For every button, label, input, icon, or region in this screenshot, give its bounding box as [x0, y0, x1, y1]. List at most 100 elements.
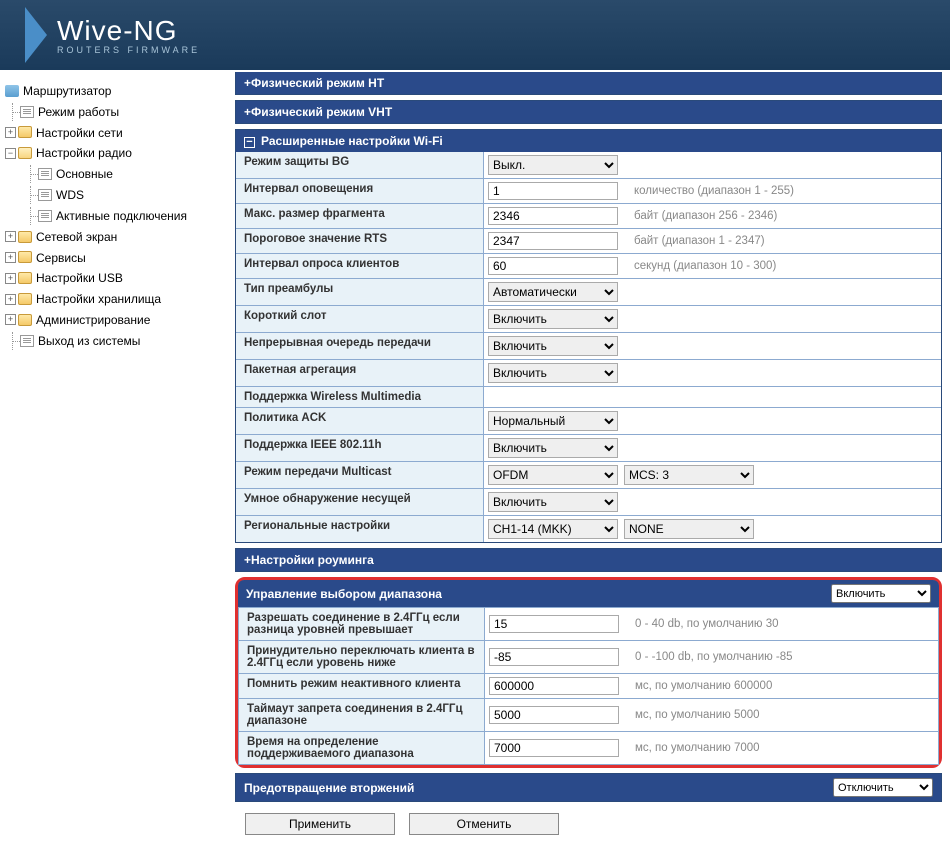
expand-icon[interactable]: +: [244, 76, 251, 90]
select-bg-protection[interactable]: Выкл.: [488, 155, 618, 175]
tree-item-admin[interactable]: +Администрирование: [5, 309, 230, 330]
input-rts-threshold[interactable]: [488, 232, 618, 250]
plus-icon[interactable]: +: [5, 252, 16, 263]
hint-text: байт (диапазон 256 - 2346): [634, 210, 777, 222]
plus-icon[interactable]: +: [5, 314, 16, 325]
row-multicast-mode: Режим передачи Multicast OFDM MCS: 3: [236, 461, 941, 488]
hint-text: мс, по умолчанию 7000: [635, 742, 760, 754]
page-icon: [38, 189, 52, 201]
row-tx-burst: Непрерывная очередь передачи Включить: [236, 332, 941, 359]
hint-text: секунд (диапазон 10 - 300): [634, 260, 776, 272]
section-phy-vht[interactable]: +Физический режим VHT: [235, 100, 942, 124]
select-ack-policy[interactable]: Нормальный: [488, 411, 618, 431]
tree-item-logout[interactable]: Выход из системы: [5, 330, 230, 351]
folder-open-icon: [18, 147, 32, 159]
input-idle-remember[interactable]: [489, 677, 619, 695]
select-carrier-detect[interactable]: Включить: [488, 492, 618, 512]
row-short-slot: Короткий слот Включить: [236, 305, 941, 332]
expand-icon[interactable]: +: [244, 105, 251, 119]
cancel-button[interactable]: Отменить: [409, 813, 559, 835]
action-buttons: Применить Отменить: [235, 807, 942, 839]
tree-item-radio[interactable]: −Настройки радио: [5, 142, 230, 163]
nav-sidebar: Маршрутизатор Режим работы +Настройки се…: [0, 70, 235, 844]
select-multicast-phy[interactable]: OFDM: [488, 465, 618, 485]
tree-item-radio-basic[interactable]: Основные: [5, 163, 230, 184]
plus-icon[interactable]: +: [5, 127, 16, 138]
folder-icon: [18, 126, 32, 138]
tree-item-services[interactable]: +Сервисы: [5, 247, 230, 268]
row-rts-threshold: Пороговое значение RTS байт (диапазон 1 …: [236, 228, 941, 253]
tree-item-firewall[interactable]: +Сетевой экран: [5, 226, 230, 247]
page-icon: [38, 210, 52, 222]
tree-root[interactable]: Маршрутизатор: [5, 80, 230, 101]
input-beacon-interval[interactable]: [488, 182, 618, 200]
select-multicast-mcs[interactable]: MCS: 3: [624, 465, 754, 485]
row-force-24: Принудительно переключать клиента в 2.4Г…: [238, 640, 939, 673]
hint-text: 0 - 40 db, по умолчанию 30: [635, 618, 779, 630]
input-hold-timeout[interactable]: [489, 706, 619, 724]
tree-item-usb[interactable]: +Настройки USB: [5, 267, 230, 288]
folder-icon: [18, 314, 32, 326]
intrusion-title: Предотвращение вторжений: [244, 781, 414, 795]
row-preamble: Тип преамбулы Автоматически: [236, 278, 941, 305]
folder-icon: [18, 293, 32, 305]
logo-text: Wive-NG ROUTERS FIRMWARE: [57, 15, 200, 55]
select-short-slot[interactable]: Включить: [488, 309, 618, 329]
tree-item-network[interactable]: +Настройки сети: [5, 122, 230, 143]
row-80211h: Поддержка IEEE 802.11h Включить: [236, 434, 941, 461]
minus-icon[interactable]: −: [5, 148, 16, 159]
select-intrusion-enable[interactable]: Отключить: [833, 778, 933, 797]
input-fragment-size[interactable]: [488, 207, 618, 225]
hint-text: мс, по умолчанию 5000: [635, 709, 760, 721]
select-region-5[interactable]: NONE: [624, 519, 754, 539]
select-band-steering-enable[interactable]: Включить: [831, 584, 931, 603]
input-check-time[interactable]: [489, 739, 619, 757]
row-rssi-diff: Разрешать соединение в 2.4ГГц если разни…: [238, 607, 939, 640]
row-packet-aggregation: Пакетная агрегация Включить: [236, 359, 941, 386]
input-poll-interval[interactable]: [488, 257, 618, 275]
collapse-icon[interactable]: −: [244, 137, 255, 148]
row-poll-interval: Интервал опроса клиентов секунд (диапазо…: [236, 253, 941, 278]
section-band-steering-highlight: Управление выбором диапазона Включить Ра…: [235, 577, 942, 768]
plus-icon[interactable]: +: [5, 294, 16, 305]
tree-item-storage[interactable]: +Настройки хранилища: [5, 288, 230, 309]
select-packet-aggregation[interactable]: Включить: [488, 363, 618, 383]
logo-title: Wive-NG: [57, 15, 200, 47]
select-tx-burst[interactable]: Включить: [488, 336, 618, 356]
row-region: Региональные настройки CH1-14 (MKK) NONE: [236, 515, 941, 542]
section-header-wifi-advanced[interactable]: −Расширенные настройки Wi-Fi: [236, 130, 941, 152]
input-rssi-diff[interactable]: [489, 615, 619, 633]
select-80211h[interactable]: Включить: [488, 438, 618, 458]
section-intrusion-prevention: Предотвращение вторжений Отключить: [235, 773, 942, 802]
app-header: Wive-NG ROUTERS FIRMWARE: [0, 0, 950, 70]
row-fragment-size: Макс. размер фрагмента байт (диапазон 25…: [236, 203, 941, 228]
hint-text: мс, по умолчанию 600000: [635, 680, 772, 692]
row-hold-timeout: Таймаут запрета соединения в 2.4ГГц диап…: [238, 698, 939, 731]
tree-item-radio-active[interactable]: Активные подключения: [5, 205, 230, 226]
row-ack-policy: Политика ACK Нормальный: [236, 407, 941, 434]
hint-text: байт (диапазон 1 - 2347): [634, 235, 765, 247]
tree-item-mode[interactable]: Режим работы: [5, 101, 230, 122]
hint-text: 0 - -100 db, по умолчанию -85: [635, 651, 793, 663]
section-roaming[interactable]: +Настройки роуминга: [235, 548, 942, 572]
folder-icon: [18, 231, 32, 243]
folder-icon: [18, 251, 32, 263]
hint-text: количество (диапазон 1 - 255): [634, 185, 794, 197]
tree-item-radio-wds[interactable]: WDS: [5, 184, 230, 205]
page-icon: [38, 168, 52, 180]
input-force-24[interactable]: [489, 648, 619, 666]
select-preamble[interactable]: Автоматически: [488, 282, 618, 302]
row-idle-remember: Помнить режим неактивного клиента мс, по…: [238, 673, 939, 698]
select-region-24[interactable]: CH1-14 (MKK): [488, 519, 618, 539]
section-phy-ht[interactable]: +Физический режим HT: [235, 72, 942, 95]
router-icon: [5, 85, 19, 97]
page-icon: [20, 106, 34, 118]
row-check-time: Время на определение поддерживаемого диа…: [238, 731, 939, 765]
plus-icon[interactable]: +: [5, 273, 16, 284]
section-header-band-steering: Управление выбором диапазона Включить: [238, 580, 939, 607]
section-wifi-advanced: −Расширенные настройки Wi-Fi Режим защит…: [235, 129, 942, 543]
expand-icon[interactable]: +: [244, 553, 251, 567]
apply-button[interactable]: Применить: [245, 813, 395, 835]
plus-icon[interactable]: +: [5, 231, 16, 242]
main-content: +Физический режим HT +Физический режим V…: [235, 70, 950, 844]
